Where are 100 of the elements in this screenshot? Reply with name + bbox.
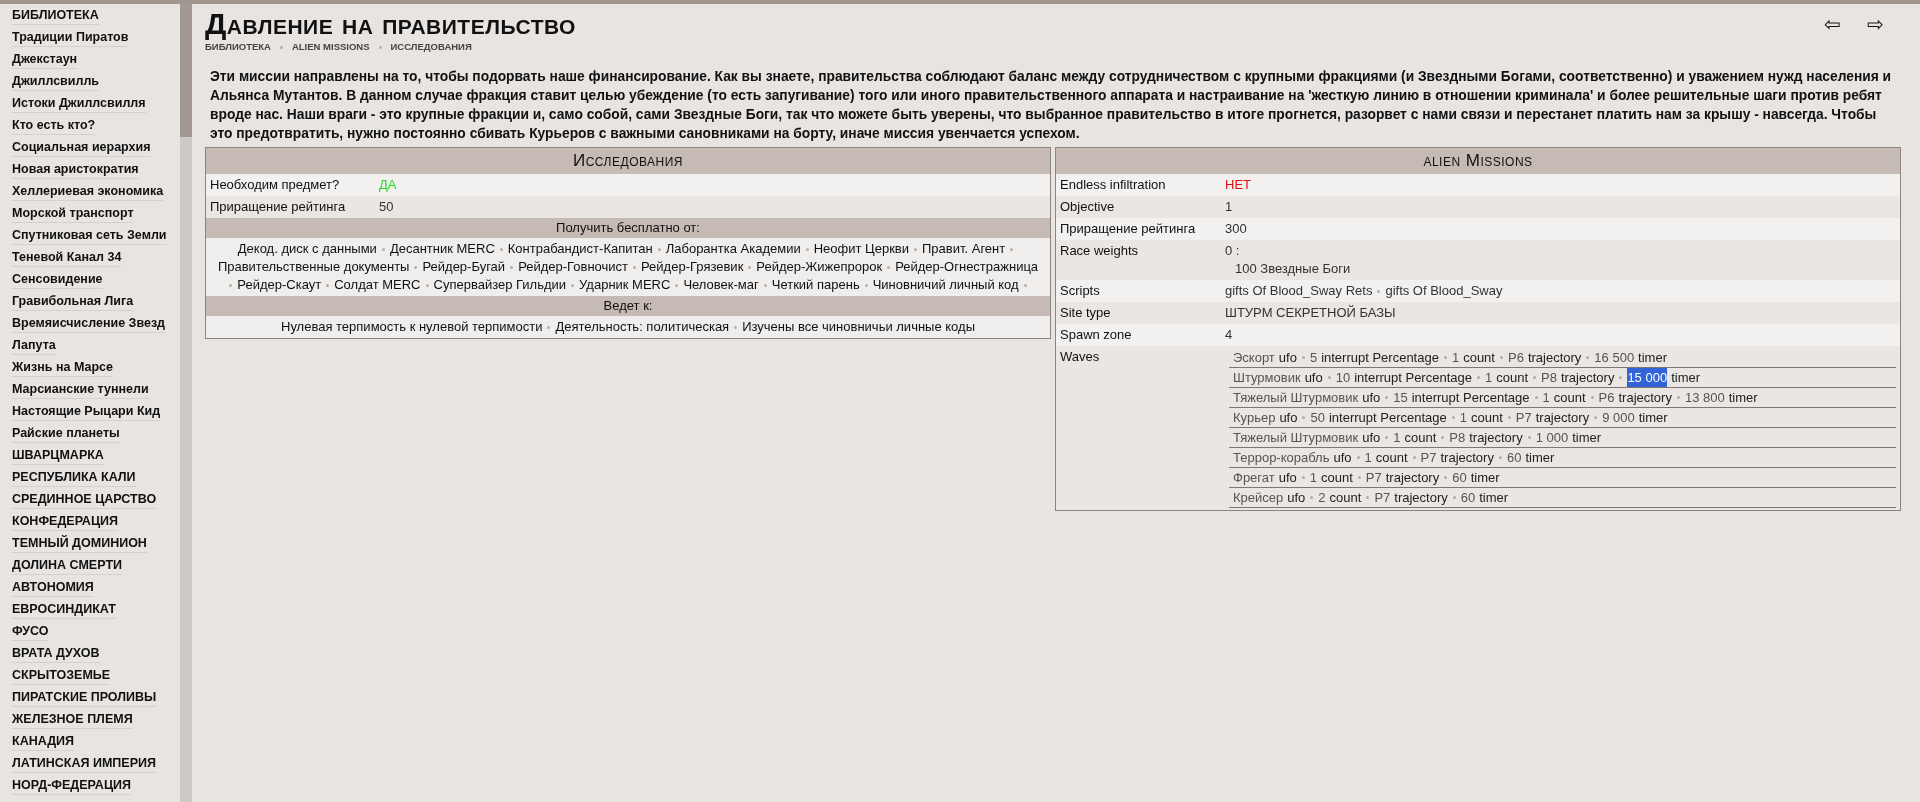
wave-key: ufo — [1333, 448, 1352, 468]
wave-value: Штурмовик — [1233, 369, 1301, 388]
wave-value: P7 — [1420, 449, 1437, 468]
sidebar-link[interactable]: ШВАРЦМАРКА — [12, 447, 104, 465]
sidebar-link[interactable]: КОНФЕДЕРАЦИЯ — [12, 513, 118, 531]
breadcrumb-link[interactable]: БИБЛИОТЕКА — [205, 40, 271, 55]
wave-key: timer — [1728, 388, 1758, 408]
wave-key: count — [1470, 408, 1503, 428]
item-link[interactable]: Правительственные документы — [217, 259, 410, 275]
section-header: Получить бесплатно от: — [206, 218, 1050, 239]
item-link[interactable]: Изучены все чиновничьи личные коды — [742, 319, 975, 335]
sidebar-link[interactable]: АВТОНОМИЯ — [12, 579, 94, 597]
item-link[interactable]: Ударник MERC — [579, 277, 671, 293]
sidebar-link[interactable]: ЖЕЛЕЗНОЕ ПЛЕМЯ — [12, 711, 133, 729]
wave-value: 10 — [1335, 369, 1351, 388]
sidebar-link[interactable]: Социальная иерархия — [12, 139, 151, 157]
sidebar-link[interactable]: СКРЫТОЗЕМЬЕ — [12, 667, 111, 685]
wave-value: 15 — [1393, 389, 1408, 408]
item-link[interactable]: Супервайзер Гильдии — [433, 277, 567, 293]
item-link[interactable]: Рейдер-Грязевик — [641, 259, 744, 275]
wave-value: 1 — [1459, 409, 1467, 428]
sidebar-link[interactable]: ТЕМНЫЙ ДОМИНИОН — [12, 535, 147, 553]
sidebar-link[interactable]: Истоки Джиллсвилля — [12, 95, 146, 113]
wave-key: ufo — [1279, 408, 1298, 428]
wave-key: timer — [1525, 448, 1555, 468]
item-link[interactable]: Лаборантка Академии — [665, 241, 801, 257]
breadcrumb-link[interactable]: ИССЛЕДОВАНИЯ — [390, 40, 472, 55]
sidebar-link[interactable]: Традиции Пиратов — [12, 29, 129, 47]
item-link[interactable]: Нулевая терпимость к нулевой терпимости — [281, 319, 543, 335]
sidebar-link[interactable]: Теневой Канал 34 — [12, 249, 122, 267]
wave-key: trajectory — [1560, 368, 1615, 388]
item-link[interactable]: Рейдер-Жижепророк — [756, 259, 883, 275]
sidebar-link[interactable]: Жизнь на Марсе — [12, 359, 113, 377]
wave-value: 9 000 — [1602, 409, 1635, 428]
item-link[interactable]: Правит. Агент — [922, 241, 1006, 257]
wave-value: 13 800 — [1684, 389, 1725, 408]
scrollbar[interactable] — [180, 4, 192, 802]
wave-value: 2 — [1318, 489, 1326, 508]
sidebar-link[interactable]: Морской транспорт — [12, 205, 134, 223]
back-button[interactable]: ⇦ — [1824, 14, 1841, 34]
sidebar-link[interactable]: Времяисчисление Звезд — [12, 315, 166, 333]
row-label: Необходим предмет? — [210, 176, 341, 195]
item-link[interactable]: Солдат MERC — [334, 277, 421, 293]
sidebar-link[interactable]: Спутниковая сеть Земли — [12, 227, 167, 245]
breadcrumb-link[interactable]: ALIEN MISSIONS — [291, 40, 370, 55]
sidebar-link[interactable]: Лапута — [12, 337, 56, 355]
sidebar-link[interactable]: Сенсовидение — [12, 271, 103, 289]
item-link[interactable]: Деятельность: политическая — [555, 319, 730, 335]
sidebar-link[interactable]: КАНАДИЯ — [12, 733, 75, 751]
table-header: alien Missions — [1056, 148, 1900, 175]
wave-key: trajectory — [1535, 408, 1590, 428]
item-link[interactable]: Рейдер-Бугай — [422, 259, 506, 275]
script-link[interactable]: gifts Of Blood_Sway — [1385, 282, 1503, 301]
script-link[interactable]: gifts Of Blood_Sway Rets — [1225, 282, 1373, 301]
wave-key: count — [1553, 388, 1586, 408]
sidebar-link[interactable]: Новая аристократия — [12, 161, 139, 179]
sidebar-link[interactable]: Настоящие Рыцари Кид — [12, 403, 161, 421]
sidebar-link[interactable]: СРЕДИННОЕ ЦАРСТВО — [12, 491, 157, 509]
sidebar-link[interactable]: НОРД-ФЕДЕРАЦИЯ — [12, 777, 131, 795]
sidebar-link[interactable]: Хеллериевая экономика — [12, 183, 164, 201]
sidebar-link[interactable]: ЛАТИНСКАЯ ИМПЕРИЯ — [12, 755, 156, 773]
sidebar-link[interactable]: РЕСПУБЛИКА КАЛИ — [12, 469, 136, 487]
wave-value: 50 — [1310, 409, 1325, 428]
item-link[interactable]: Рейдер-Говночист — [518, 259, 628, 275]
sidebar-link[interactable]: ФУСО — [12, 623, 49, 641]
sidebar-link[interactable]: Райские планеты — [12, 425, 120, 443]
sidebar-link[interactable]: Джекстаун — [12, 51, 78, 69]
wave-key: ufo — [1287, 488, 1306, 508]
sidebar-link[interactable]: Кто есть кто? — [12, 117, 96, 135]
wave-value: 1 000 — [1535, 429, 1569, 448]
sidebar-link[interactable]: ДОЛИНА СМЕРТИ — [12, 557, 122, 575]
page-title: Давление на правительство — [205, 8, 576, 40]
sidebar-link[interactable]: БИБЛИОТЕКА — [12, 7, 99, 25]
item-link[interactable]: Рейдер-Скаут — [237, 277, 322, 293]
sidebar-link[interactable]: Гравибольная Лига — [12, 293, 134, 311]
sidebar-link[interactable]: ПИРАТСКИЕ ПРОЛИВЫ — [12, 689, 157, 707]
wave-key: trajectory — [1469, 428, 1523, 448]
item-link[interactable]: Рейдер-Огнестражница — [895, 259, 1039, 275]
wave-key: timer — [1572, 428, 1602, 448]
wave-value: P8 — [1449, 429, 1466, 448]
item-link[interactable]: Неофит Церкви — [813, 241, 909, 257]
item-link[interactable]: Десантник MERC — [389, 241, 495, 257]
wave-value: P6 — [1598, 389, 1615, 408]
sidebar-link[interactable]: Джиллсвилль — [12, 73, 100, 91]
wave-key: count — [1404, 428, 1437, 448]
wave-value: 60 — [1506, 449, 1522, 468]
item-link[interactable]: Чиновничий личный код — [872, 277, 1019, 293]
wave-value: P8 — [1541, 369, 1557, 388]
wave-key: count — [1321, 468, 1353, 488]
item-link[interactable]: Декод. диск с данными — [237, 241, 377, 257]
sidebar-link[interactable]: Марсианские туннели — [12, 381, 149, 399]
item-link[interactable]: Четкий парень — [771, 277, 860, 293]
forward-button[interactable]: ⇨ — [1867, 14, 1884, 34]
sidebar-link[interactable]: ВРАТА ДУХОВ — [12, 645, 100, 663]
item-link[interactable]: Контрабандист-Капитан — [507, 241, 653, 257]
item-link[interactable]: Человек-маг — [683, 277, 759, 293]
sidebar-link[interactable]: ЕВРОСИНДИКАТ — [12, 601, 116, 619]
wave-key: interrupt Percentage — [1411, 388, 1530, 408]
wave-key: ufo — [1304, 368, 1323, 388]
scrollbar-thumb[interactable] — [180, 4, 192, 137]
